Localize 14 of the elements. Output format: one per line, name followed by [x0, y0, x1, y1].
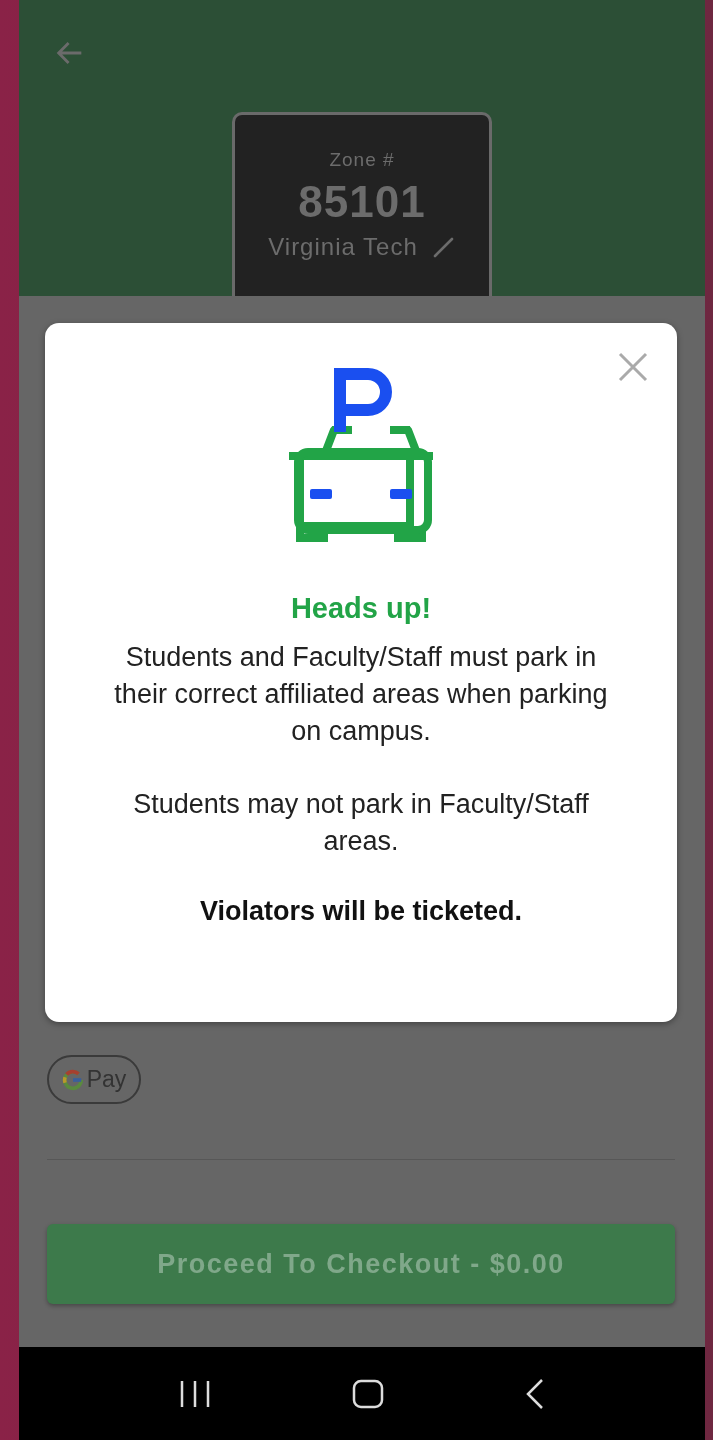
pencil-icon[interactable] — [431, 235, 456, 259]
zone-label: Zone # — [329, 149, 395, 171]
zone-name: Virginia Tech — [268, 233, 418, 261]
g-logo-icon — [61, 1068, 84, 1091]
warning-text: Violators will be ticketed. — [199, 896, 523, 927]
car-parking-icon — [286, 368, 436, 544]
back-icon[interactable] — [524, 1377, 545, 1410]
dialog-message: Students and Faculty/Staff must park in their correct affiliated areas when parking on campus. — [113, 641, 609, 748]
zone-number: 85101 — [298, 177, 426, 227]
checkout-button[interactable]: Proceed To Checkout - $0.00 — [47, 1224, 675, 1304]
recent-apps-icon[interactable] — [179, 1378, 212, 1409]
home-icon[interactable] — [352, 1378, 384, 1409]
dialog-title: Heads up! — [290, 592, 432, 625]
dialog-message: Students may not park in Faculty/Staff areas. — [132, 788, 590, 858]
